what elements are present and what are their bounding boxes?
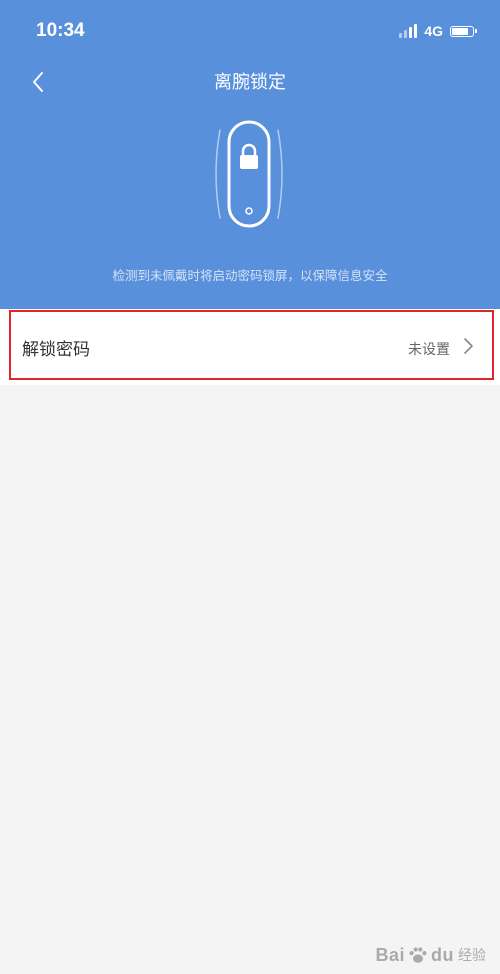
header-banner: 10:34 4G 离腕锁定 检测到未佩戴时将启动密码锁屏，以保障信息安全 (0, 0, 500, 309)
chevron-right-icon (464, 338, 473, 354)
baidu-jingyan-watermark: Bai du 经验 (375, 944, 486, 966)
paw-icon (409, 947, 427, 963)
watermark-brand-a: Bai (375, 944, 405, 965)
signal-icon (399, 24, 418, 38)
unlock-password-label: 解锁密码 (22, 340, 90, 360)
unlock-password-row[interactable]: 解锁密码 未设置 (0, 309, 500, 385)
battery-icon (450, 25, 477, 37)
status-icons: 4G (399, 22, 477, 40)
network-type: 4G (424, 23, 443, 39)
status-time: 10:34 (36, 20, 85, 41)
status-bar: 10:34 4G (0, 0, 500, 60)
watermark-suffix: 经验 (458, 947, 486, 963)
watermark-brand-b: du (431, 944, 454, 965)
unlock-password-status: 未设置 (408, 342, 450, 358)
band-lock-icon (215, 120, 283, 228)
page-title: 离腕锁定 (214, 72, 286, 93)
description-text: 检测到未佩戴时将启动密码锁屏，以保障信息安全 (112, 268, 388, 283)
